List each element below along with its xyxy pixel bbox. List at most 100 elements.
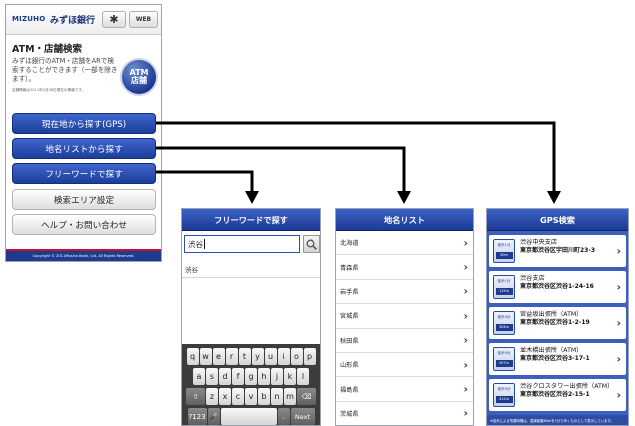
chevron-right-icon: › (463, 382, 468, 396)
key-q[interactable]: q (186, 348, 199, 365)
soft-keyboard: qwertyuiop asdfghjkl ⇧ zxcvbnm ⌫ ?123 🎤 … (182, 344, 320, 425)
walk-time-badge: 徒歩1分 90m (493, 239, 515, 263)
symbols-key[interactable]: ?123 (187, 408, 207, 425)
key-a[interactable]: a (193, 368, 205, 385)
gear-icon: ✱ (109, 13, 119, 26)
result-text: 並木橋出張所（ATM） 東京都渋谷区渋谷3-17-1 (520, 347, 612, 363)
atm-store-icon: ATM 店舗 (120, 58, 158, 96)
app-header: MIZUHO みずほ銀行 ✱ WEB (6, 5, 161, 35)
keyboard-row-3: ⇧ zxcvbnm ⌫ (183, 388, 319, 405)
list-item[interactable]: 岩手県 › (336, 279, 473, 305)
suggestion-item[interactable]: 渋谷 (185, 264, 198, 274)
walking-time-note: ※徒歩による所要時間は、直線距離80mを1分で歩くものとして表示しています。 (487, 415, 628, 425)
key-v[interactable]: v (245, 388, 257, 405)
walk-time: 徒歩1分 (497, 279, 511, 283)
distance: 90m (495, 252, 513, 259)
free-word-title: フリーワードで探す (182, 209, 320, 231)
key-n[interactable]: n (271, 388, 283, 405)
place-list-title: 地名リスト (336, 209, 473, 231)
gps-result-item[interactable]: 徒歩1分 90m 渋谷中央支店 東京都渋谷区宇田川町23-3 › (489, 235, 626, 267)
key-u[interactable]: u (264, 348, 277, 365)
arrow-gps (156, 121, 556, 192)
key-m[interactable]: m (284, 388, 296, 405)
chevron-right-icon: › (463, 309, 468, 323)
gps-search-button[interactable]: 現在地から探す(GPS) (12, 113, 156, 134)
key-k[interactable]: k (284, 368, 296, 385)
period-key[interactable]: . (277, 408, 290, 425)
distance: 304m (495, 324, 513, 331)
key-y[interactable]: y (251, 348, 264, 365)
chevron-right-icon: › (463, 236, 468, 250)
key-e[interactable]: e (212, 348, 225, 365)
next-key[interactable]: Next (290, 408, 315, 425)
key-x[interactable]: x (219, 388, 231, 405)
web-button[interactable]: WEB (129, 11, 158, 28)
key-z[interactable]: z (206, 388, 218, 405)
key-o[interactable]: o (290, 348, 303, 365)
list-item-label: 青森県 (340, 264, 359, 272)
place-list: 北海道 › 青森県 › 岩手県 › 宮城県 › 秋田県 › 山形県 › 福島県 › 茨城県 › (336, 231, 473, 425)
gps-result-item[interactable]: 徒歩4分 304m 宮益坂出張所（ATM） 東京都渋谷区渋谷1-2-19 › (489, 307, 626, 339)
key-r[interactable]: r (225, 348, 238, 365)
key-f[interactable]: f (232, 368, 244, 385)
list-item[interactable]: 福島県 › (336, 377, 473, 402)
list-item[interactable]: 茨城県 › (336, 401, 473, 425)
list-item[interactable]: 山形県 › (336, 352, 473, 378)
gps-result-item[interactable]: 徒歩5分 407m 並木橋出張所（ATM） 東京都渋谷区渋谷3-17-1 › (489, 343, 626, 375)
key-j[interactable]: j (271, 368, 283, 385)
search-input[interactable]: 渋谷 (184, 235, 300, 253)
key-b[interactable]: b (258, 388, 270, 405)
arrowhead-free-word (245, 191, 259, 204)
key-s[interactable]: s (206, 368, 218, 385)
list-item-label: 山形県 (340, 362, 359, 370)
search-button[interactable] (303, 235, 320, 253)
gps-result-item[interactable]: 徒歩1分 115m 渋谷支店 東京都渋谷区渋谷1-24-16 › (489, 271, 626, 303)
settings-button[interactable]: ✱ (102, 11, 126, 28)
key-d[interactable]: d (219, 368, 231, 385)
key-t[interactable]: t (238, 348, 251, 365)
copyright-footer: Copyright © 2011Mizuho Bank, Ltd. All Ri… (6, 249, 161, 261)
list-item[interactable]: 秋田県 › (336, 328, 473, 353)
list-item-label: 岩手県 (340, 288, 359, 296)
chevron-right-icon: › (463, 284, 468, 298)
keyboard-row-2: asdfghjkl (183, 368, 319, 385)
key-i[interactable]: i (277, 348, 290, 365)
divider (182, 277, 320, 278)
voice-key[interactable]: 🎤 (207, 408, 220, 425)
arrow-free-word (156, 170, 254, 192)
free-word-search-button[interactable]: フリーワードで探す (12, 163, 156, 184)
logo-jp: みずほ銀行 (50, 16, 96, 26)
key-p[interactable]: p (303, 348, 316, 365)
key-g[interactable]: g (245, 368, 257, 385)
key-l[interactable]: l (297, 368, 309, 385)
page-description: みずほ銀行のATM・店舗をARで検索することができます（一部を除きます）。 (12, 57, 118, 83)
gps-search-title: GPS検索 (487, 209, 628, 231)
result-text: 渋谷支店 東京都渋谷区渋谷1-24-16 (520, 275, 612, 291)
search-area-settings-button[interactable]: 検索エリア設定 (12, 189, 156, 210)
walk-time: 徒歩5分 (497, 387, 511, 391)
list-item[interactable]: 青森県 › (336, 255, 473, 280)
chevron-right-icon: › (463, 406, 468, 420)
list-item-label: 秋田県 (340, 337, 359, 345)
key-c[interactable]: c (232, 388, 244, 405)
logo-en: MIZUHO (12, 15, 46, 23)
help-contact-button[interactable]: ヘルプ・お問い合わせ (12, 214, 156, 235)
branch-address: 東京都渋谷区渋谷1-2-19 (520, 319, 590, 327)
branch-address: 東京都渋谷区渋谷1-24-16 (520, 283, 594, 291)
place-list-search-button[interactable]: 地名リストから探す (12, 138, 156, 159)
arrow-place-list (156, 146, 406, 192)
chevron-right-icon: › (463, 333, 468, 347)
distance: 407m (495, 360, 513, 367)
list-item[interactable]: 宮城県 › (336, 304, 473, 329)
list-item[interactable]: 北海道 › (336, 231, 473, 256)
walk-time-badge: 徒歩1分 115m (493, 275, 515, 299)
key-h[interactable]: h (258, 368, 270, 385)
delete-key[interactable]: ⌫ (297, 388, 316, 405)
key-w[interactable]: w (199, 348, 212, 365)
space-key[interactable] (220, 408, 277, 425)
shift-key[interactable]: ⇧ (186, 388, 205, 405)
result-text: 渋谷中央支店 東京都渋谷区宇田川町23-3 (520, 239, 612, 255)
list-item-label: 茨城県 (340, 410, 359, 418)
gps-result-item[interactable]: 徒歩5分 412m 渋谷クロスタワー出張所（ATM） 東京都渋谷区渋谷2-15-1 › (489, 379, 626, 411)
result-text: 宮益坂出張所（ATM） 東京都渋谷区渋谷1-2-19 (520, 311, 612, 327)
